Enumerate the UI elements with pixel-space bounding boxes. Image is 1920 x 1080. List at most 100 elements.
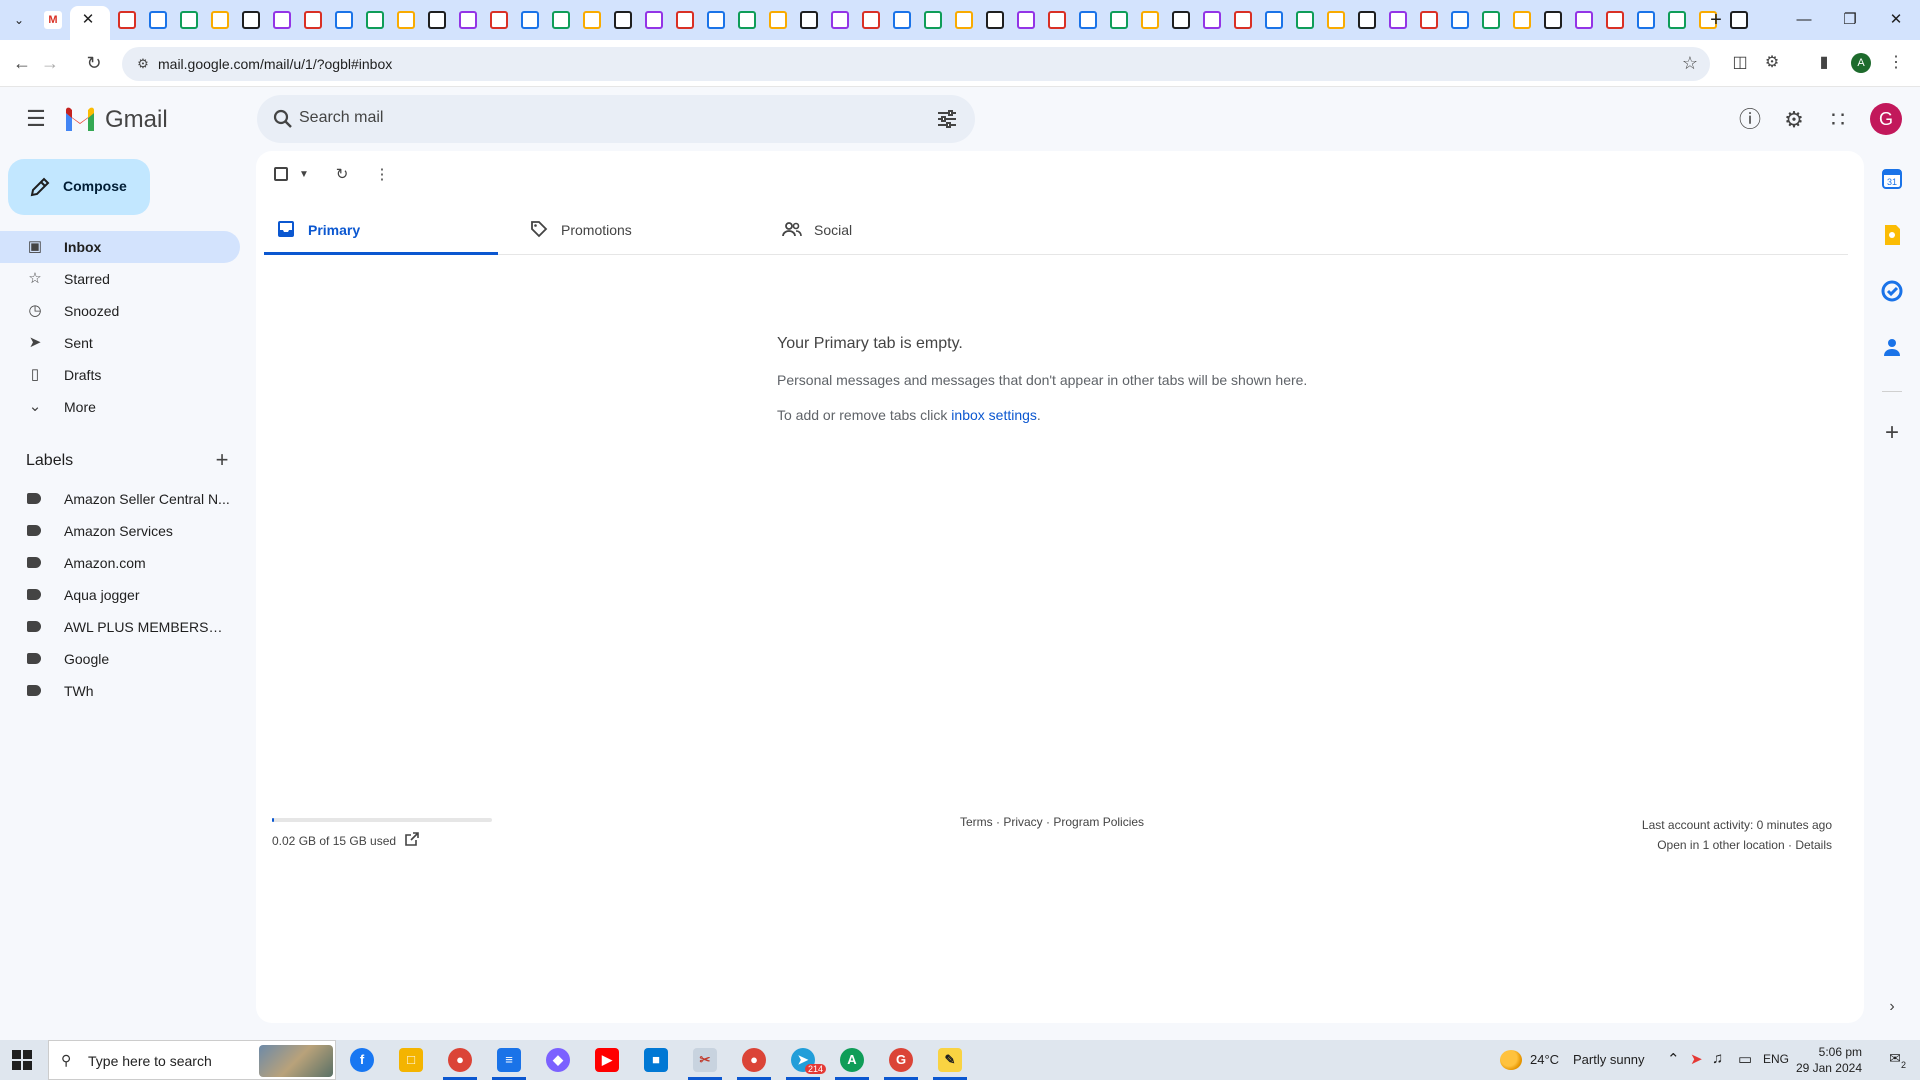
sticky-notes-icon[interactable]: ✎: [938, 1048, 962, 1072]
show-hidden-icons-chevron-icon[interactable]: ⌃: [1667, 1050, 1680, 1068]
language-indicator[interactable]: ENG: [1763, 1052, 1789, 1066]
browser-tab-favicon[interactable]: [459, 11, 477, 29]
contacts-icon[interactable]: [1880, 335, 1904, 359]
browser-tab-favicon[interactable]: [304, 11, 322, 29]
chrome-icon[interactable]: ●: [448, 1048, 472, 1072]
manage-storage-icon[interactable]: [404, 831, 420, 847]
label-item[interactable]: TWh: [0, 675, 240, 707]
browser-tab-favicon[interactable]: [242, 11, 260, 29]
weather-partly-sunny-icon[interactable]: [1500, 1050, 1522, 1070]
browser-tab-favicon[interactable]: [1234, 11, 1252, 29]
browser-tab-favicon[interactable]: [893, 11, 911, 29]
browser-tab-favicon[interactable]: [800, 11, 818, 29]
notification-center-icon[interactable]: ✉ 2: [1884, 1050, 1906, 1070]
browser-tab-favicon[interactable]: [924, 11, 942, 29]
new-tab-button[interactable]: +: [1704, 8, 1728, 32]
browser-tab-favicon[interactable]: [428, 11, 446, 29]
sidebar-item-more[interactable]: ⌄ More: [0, 391, 240, 423]
browser-tab-favicon[interactable]: [1730, 11, 1748, 29]
browser-tab-favicon[interactable]: [738, 11, 756, 29]
browser-tab-favicon[interactable]: [366, 11, 384, 29]
browser-tab-favicon[interactable]: [1420, 11, 1438, 29]
chrome-profile-g-icon[interactable]: G: [889, 1048, 913, 1072]
calculator-icon[interactable]: ≡: [497, 1048, 521, 1072]
label-item[interactable]: Amazon Services: [0, 515, 240, 547]
browser-menu-icon[interactable]: ⋮: [1884, 51, 1908, 75]
close-window-button[interactable]: ✕: [1876, 8, 1916, 32]
main-menu-icon[interactable]: ☰: [16, 99, 56, 139]
browser-tab-favicon[interactable]: [1265, 11, 1283, 29]
browser-profile-avatar[interactable]: A: [1851, 53, 1871, 73]
back-button[interactable]: ←: [8, 49, 36, 77]
details-link[interactable]: Details: [1795, 838, 1832, 852]
label-item[interactable]: AWL PLUS MEMBERSHIP: [0, 611, 240, 643]
browser-tab-favicon[interactable]: [676, 11, 694, 29]
tasks-icon[interactable]: [1880, 279, 1904, 303]
browser-tab-favicon[interactable]: [1513, 11, 1531, 29]
get-addons-icon[interactable]: +: [1880, 421, 1904, 445]
browser-tab-favicon[interactable]: [1358, 11, 1376, 29]
forward-button[interactable]: →: [36, 49, 64, 77]
browser-tab-favicon[interactable]: [180, 11, 198, 29]
browser-tab-favicon[interactable]: [521, 11, 539, 29]
browser-tab-favicon[interactable]: [1296, 11, 1314, 29]
bookmark-star-icon[interactable]: ☆: [1682, 53, 1698, 74]
browser-tab-favicon[interactable]: [1110, 11, 1128, 29]
google-apps-icon[interactable]: ∷: [1825, 107, 1851, 133]
gmail-logo-icon[interactable]: [64, 107, 96, 131]
windows-start-icon[interactable]: [12, 1050, 32, 1070]
keep-icon[interactable]: [1880, 223, 1904, 247]
restore-button[interactable]: ❐: [1830, 8, 1870, 32]
program-policies-link[interactable]: Program Policies: [1053, 815, 1144, 829]
search-input[interactable]: Search mail: [299, 109, 383, 127]
compose-button[interactable]: Compose: [8, 159, 150, 215]
browser-tab-favicon[interactable]: [1668, 11, 1686, 29]
taskbar-search-box[interactable]: ⚲ Type here to search: [48, 1040, 336, 1080]
reload-button[interactable]: ↻: [80, 49, 108, 77]
speaker-icon[interactable]: ♫: [1712, 1050, 1723, 1067]
browser-tab-favicon[interactable]: [1482, 11, 1500, 29]
chrome-profile-icon[interactable]: ●: [742, 1048, 766, 1072]
browser-tab-favicon[interactable]: [583, 11, 601, 29]
microsoft-store-icon[interactable]: ■: [644, 1048, 668, 1072]
close-tab-icon[interactable]: ✕: [78, 10, 98, 30]
browser-tab-favicon[interactable]: [118, 11, 136, 29]
browser-tab-favicon[interactable]: [1606, 11, 1624, 29]
help-icon[interactable]: ⓘ: [1737, 107, 1763, 133]
select-all-checkbox[interactable]: [274, 167, 288, 181]
browser-tab-favicon[interactable]: [986, 11, 1004, 29]
select-dropdown-icon[interactable]: ▼: [294, 165, 314, 185]
search-icon[interactable]: [271, 107, 295, 131]
tray-app-icon[interactable]: ➤: [1690, 1050, 1703, 1068]
account-avatar[interactable]: G: [1870, 103, 1902, 135]
add-label-button[interactable]: +: [210, 448, 234, 472]
browser-tab-favicon[interactable]: [1203, 11, 1221, 29]
snipping-tool-icon[interactable]: ✂: [693, 1048, 717, 1072]
sidebar-item-inbox[interactable]: ▣ Inbox: [0, 231, 240, 263]
refresh-icon[interactable]: ↻: [332, 165, 352, 185]
browser-tab-favicon[interactable]: [1637, 11, 1655, 29]
more-options-icon[interactable]: ⋮: [372, 165, 392, 185]
weather-temperature[interactable]: 24°C: [1530, 1052, 1559, 1067]
browser-tab-favicon[interactable]: [862, 11, 880, 29]
network-icon[interactable]: ▭: [1738, 1050, 1752, 1068]
chrome-profile-a-icon[interactable]: A: [840, 1048, 864, 1072]
browser-tab-favicon[interactable]: [1172, 11, 1190, 29]
facebook-icon[interactable]: f: [350, 1048, 374, 1072]
weather-description[interactable]: Partly sunny: [1573, 1052, 1645, 1067]
browser-tab-favicon[interactable]: [552, 11, 570, 29]
taskbar-clock[interactable]: 5:06 pm 29 Jan 2024: [1796, 1044, 1862, 1076]
label-item[interactable]: Aqua jogger: [0, 579, 240, 611]
search-options-icon[interactable]: [935, 107, 959, 131]
tab-primary[interactable]: Primary: [264, 205, 498, 255]
gmail-tab-favicon[interactable]: M: [44, 11, 62, 29]
browser-tab-favicon[interactable]: [149, 11, 167, 29]
browser-tab-favicon[interactable]: [397, 11, 415, 29]
browser-tab-favicon[interactable]: [1048, 11, 1066, 29]
sidebar-item-starred[interactable]: ☆ Starred: [0, 263, 240, 295]
browser-tab-favicon[interactable]: [490, 11, 508, 29]
browser-tab-favicon[interactable]: [1017, 11, 1035, 29]
browser-tab-favicon[interactable]: [1079, 11, 1097, 29]
taskbar-search-placeholder[interactable]: Type here to search: [88, 1053, 212, 1069]
terms-link[interactable]: Terms: [960, 815, 993, 829]
